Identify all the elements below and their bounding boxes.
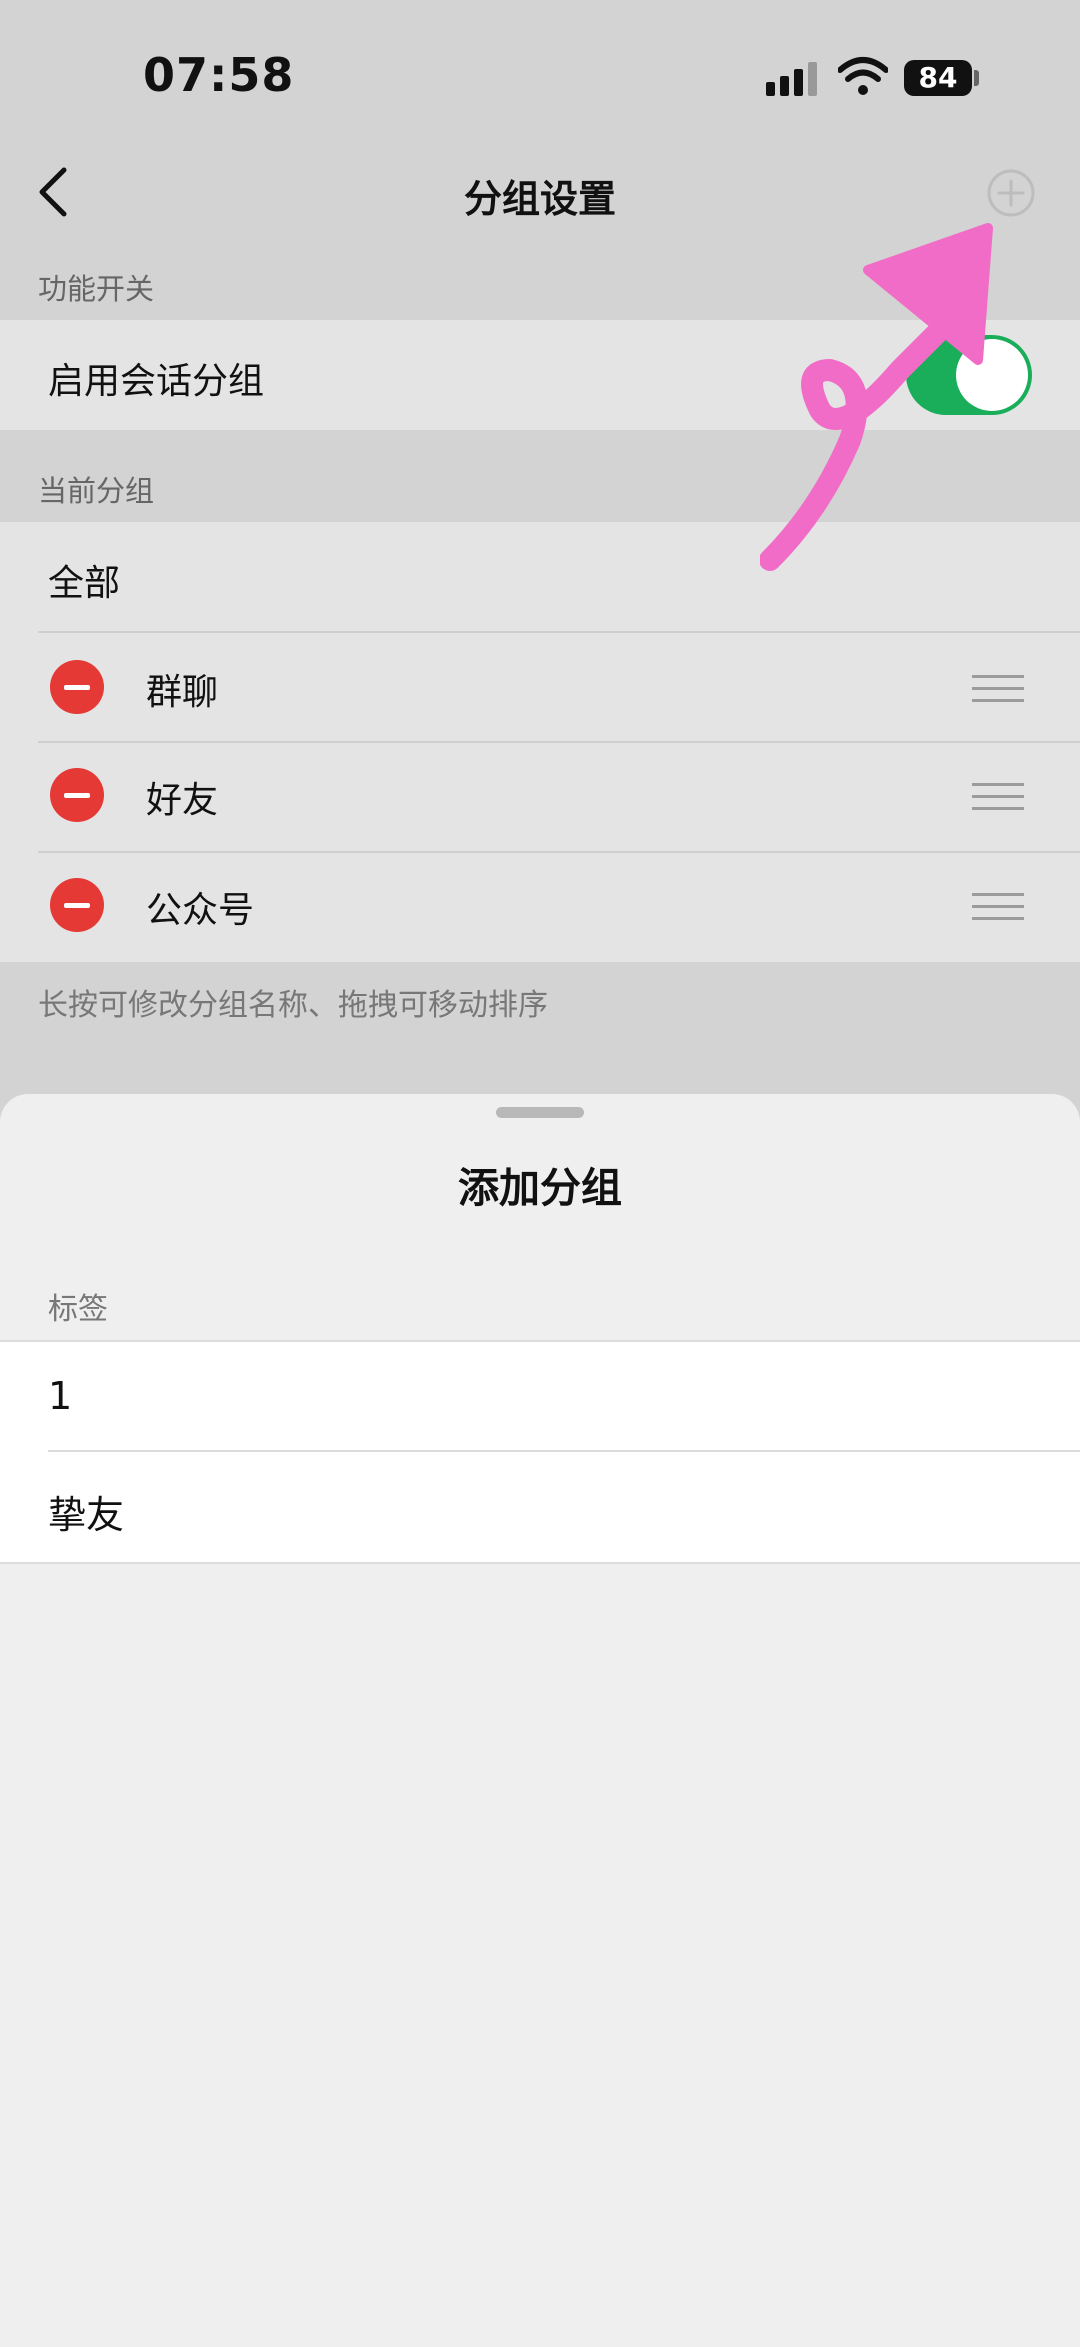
annotation-arrow-icon xyxy=(760,223,993,571)
group-all[interactable]: 全部 xyxy=(48,554,120,606)
tag-item[interactable]: 1 xyxy=(48,1374,72,1418)
divider xyxy=(48,1450,1080,1452)
battery-tip xyxy=(974,70,979,86)
groups-hint: 长按可修改分组名称、拖拽可移动排序 xyxy=(38,988,548,1023)
group-label: 群聊 xyxy=(146,672,219,713)
drag-handle-icon[interactable] xyxy=(972,893,1024,921)
battery-icon: 84 xyxy=(904,60,972,96)
group-row-haoyou[interactable]: 好友 xyxy=(0,743,1080,851)
group-label: 公众号 xyxy=(146,890,255,931)
group-row-gongzhonghao[interactable]: 公众号 xyxy=(0,853,1080,961)
group-label: 好友 xyxy=(146,780,219,821)
signal-icon xyxy=(766,62,817,96)
section-label-switch: 功能开关 xyxy=(38,272,155,306)
sheet-grabber[interactable] xyxy=(496,1107,584,1118)
wifi-icon xyxy=(838,57,888,95)
sheet-section-label: 标签 xyxy=(48,1292,108,1327)
status-time: 07:58 xyxy=(143,48,295,102)
battery-level: 84 xyxy=(918,61,958,94)
tag-list: 1 挚友 xyxy=(0,1340,1080,1564)
group-row-qunliao[interactable]: 群聊 xyxy=(0,633,1080,741)
add-group-sheet xyxy=(0,1094,1080,2347)
tag-item[interactable]: 挚友 xyxy=(48,1484,124,1539)
enable-group-label: 启用会话分组 xyxy=(48,361,265,402)
sheet-title: 添加分组 xyxy=(458,1164,622,1212)
section-label-groups: 当前分组 xyxy=(38,474,155,508)
delete-minus-icon[interactable] xyxy=(50,768,104,822)
drag-handle-icon[interactable] xyxy=(972,675,1024,703)
drag-handle-icon[interactable] xyxy=(972,783,1024,811)
delete-minus-icon[interactable] xyxy=(50,878,104,932)
delete-minus-icon[interactable] xyxy=(50,660,104,714)
